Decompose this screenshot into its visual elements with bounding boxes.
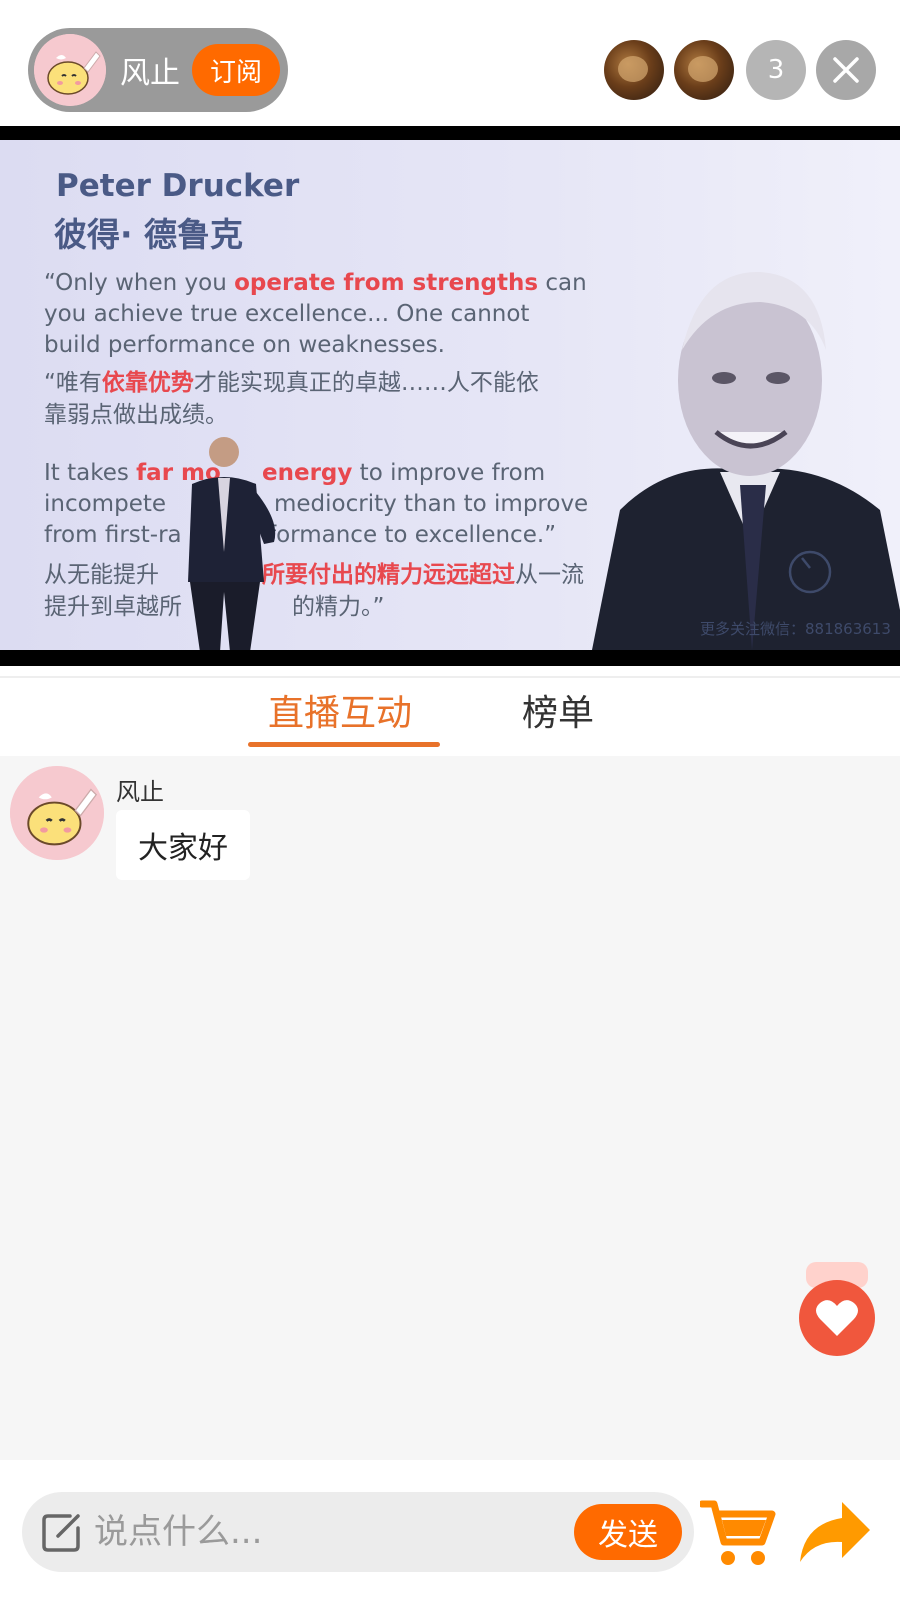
slide-title-cn: 彼得· 德鲁克	[54, 215, 244, 254]
chick-avatar-icon	[34, 34, 106, 106]
slide-title-en: Peter Drucker	[56, 168, 300, 204]
share-icon[interactable]	[798, 1500, 872, 1564]
slide-line: incompete	[44, 491, 167, 517]
chick-avatar-icon	[10, 766, 104, 860]
host-info-pill[interactable]: 风止 订阅	[28, 28, 288, 112]
close-icon	[833, 57, 859, 83]
slide-line: build performance on weaknesses.	[44, 332, 445, 358]
slide-line: 提升到卓越所	[44, 594, 182, 620]
close-button[interactable]	[816, 40, 876, 100]
slide-line: 所要付出的精力远远超过从一流	[262, 562, 584, 588]
speaker-figure	[188, 437, 276, 650]
message-username: 风止	[116, 778, 164, 806]
portrait-image	[592, 271, 900, 650]
live-video-player[interactable]: Peter Drucker 彼得· 德鲁克 “Only when you ope…	[0, 126, 900, 666]
slide-line: 靠弱点做出成绩。	[44, 402, 228, 428]
message-bubble: 大家好	[116, 810, 250, 880]
active-tab-indicator	[248, 742, 440, 747]
viewer-avatar[interactable]	[604, 40, 664, 100]
tab-live-interaction[interactable]: 直播互动	[268, 688, 412, 740]
comment-input[interactable]	[94, 1502, 574, 1562]
viewer-avatar[interactable]	[674, 40, 734, 100]
slide-line: mediocrity than to improve	[274, 491, 589, 517]
avatar[interactable]	[10, 766, 104, 860]
chat-list[interactable]: 风止 大家好	[0, 756, 900, 1460]
viewer-count-badge[interactable]: 3	[746, 40, 806, 100]
slide-line: formance to excellence.”	[268, 522, 557, 548]
slide-line: “唯有依靠优势才能实现真正的卓越……人不能依	[44, 370, 539, 396]
host-avatar[interactable]	[34, 34, 106, 106]
slide-line: from first-ra	[44, 522, 182, 548]
slide-line: 从无能提升	[44, 562, 159, 588]
comment-box[interactable]: 发送	[22, 1492, 694, 1572]
slide-line: you achieve true excellence... One canno…	[44, 301, 530, 327]
top-bar: 风止 订阅 3	[0, 0, 900, 126]
slide-line: “Only when you operate from strengths ca…	[44, 270, 587, 296]
host-name: 风止	[120, 56, 180, 91]
video-watermark: 更多关注微信：881863613	[700, 620, 891, 638]
send-button[interactable]: 发送	[574, 1504, 682, 1560]
video-frame: Peter Drucker 彼得· 德鲁克 “Only when you ope…	[0, 140, 900, 650]
slide-line: energy to improve from	[262, 460, 546, 486]
slide-line: 的精力。”	[292, 594, 385, 620]
university-logo-icon	[788, 550, 832, 594]
subscribe-button[interactable]: 订阅	[192, 44, 281, 96]
edit-icon	[42, 1514, 80, 1552]
cart-icon[interactable]	[700, 1496, 776, 1568]
like-button[interactable]	[798, 1262, 876, 1358]
tab-bar: 直播互动 榜单	[0, 676, 900, 756]
bottom-bar: 发送	[0, 1460, 900, 1600]
tab-leaderboard[interactable]: 榜单	[522, 688, 594, 740]
